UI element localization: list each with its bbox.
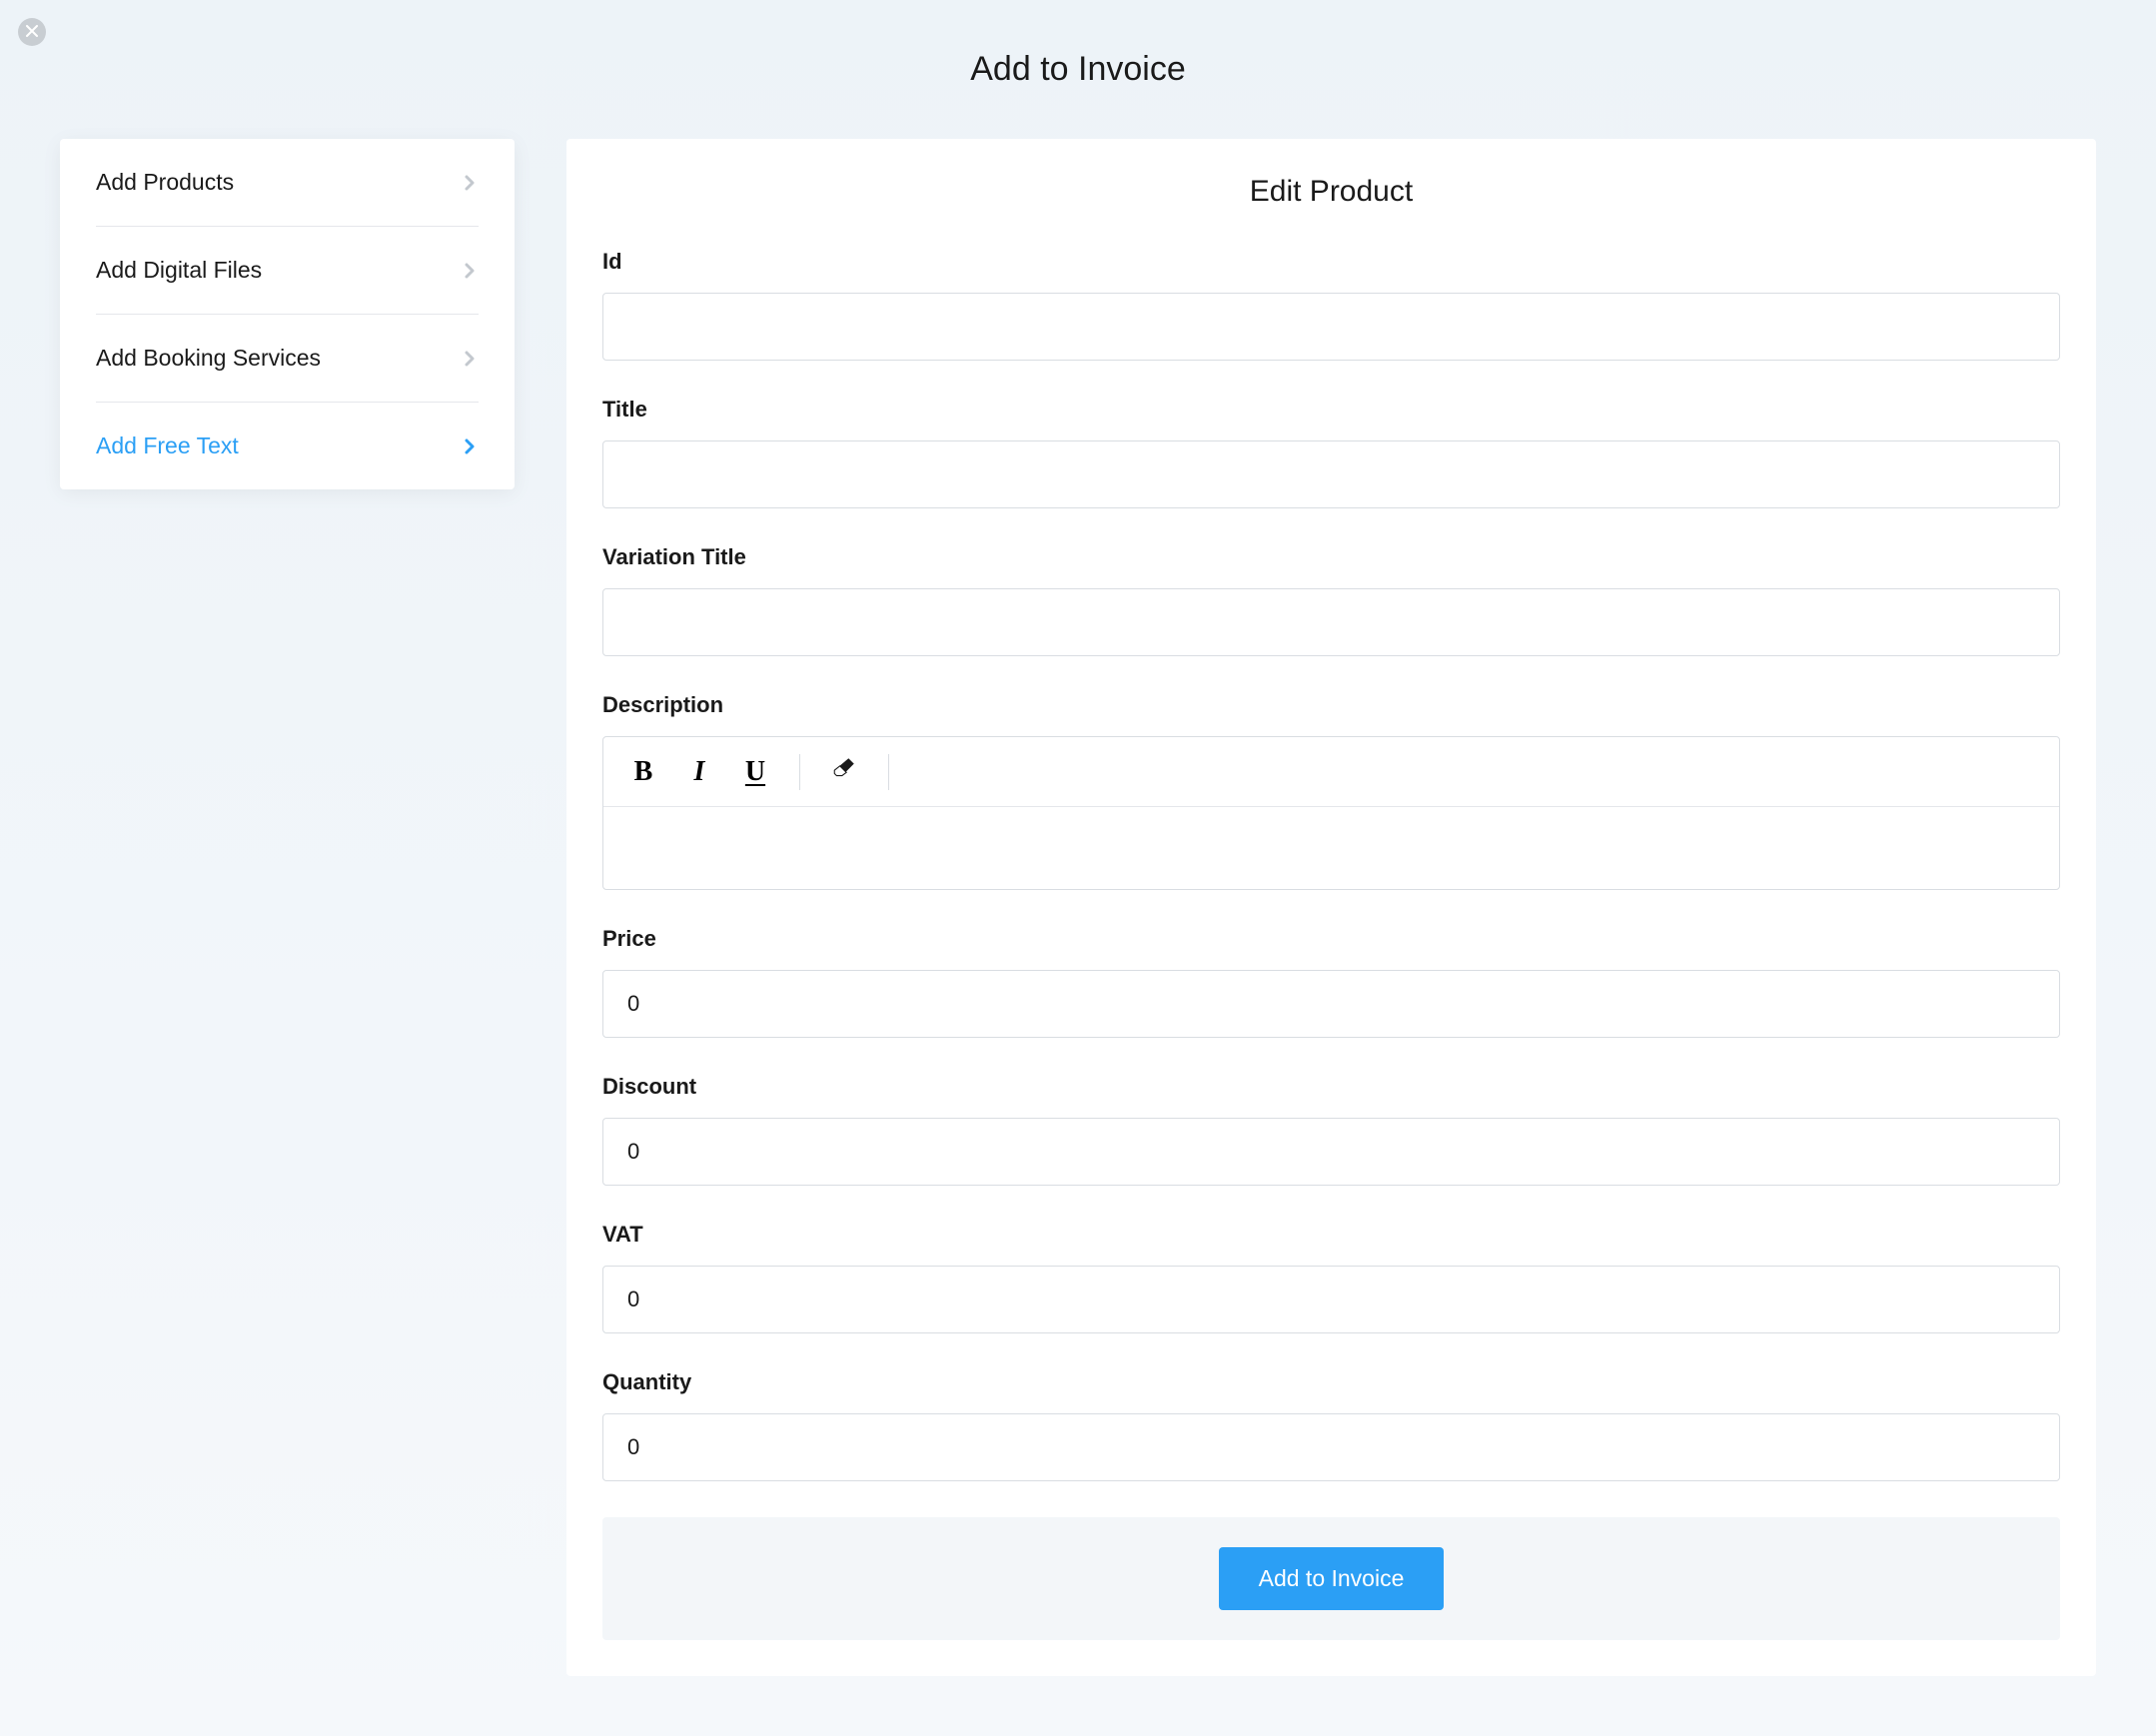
discount-input[interactable] <box>602 1118 2060 1186</box>
sidebar-item-label: Add Free Text <box>96 433 239 459</box>
chevron-right-icon <box>461 437 479 455</box>
sidebar: Add Products Add Digital Files Add Booki… <box>60 139 515 489</box>
sidebar-item-label: Add Products <box>96 169 234 196</box>
description-label: Description <box>602 692 2060 718</box>
title-label: Title <box>602 397 2060 423</box>
toolbar-separator <box>888 754 889 790</box>
discount-label: Discount <box>602 1074 2060 1100</box>
underline-button[interactable]: U <box>727 737 783 807</box>
price-label: Price <box>602 926 2060 952</box>
id-input[interactable] <box>602 293 2060 361</box>
italic-icon: I <box>694 756 705 788</box>
variation-title-input[interactable] <box>602 588 2060 656</box>
modal-title: Add to Invoice <box>0 0 2156 139</box>
toolbar-separator <box>799 754 800 790</box>
sidebar-item-label: Add Digital Files <box>96 257 262 284</box>
quantity-input[interactable] <box>602 1413 2060 1481</box>
description-editor[interactable] <box>603 807 2059 889</box>
sidebar-item-label: Add Booking Services <box>96 345 321 372</box>
bold-icon: B <box>634 756 653 788</box>
rte-toolbar: B I U <box>603 737 2059 807</box>
id-label: Id <box>602 249 2060 275</box>
vat-input[interactable] <box>602 1266 2060 1333</box>
submit-row: Add to Invoice <box>602 1517 2060 1640</box>
close-button[interactable] <box>18 18 46 46</box>
sidebar-item-add-digital-files[interactable]: Add Digital Files <box>96 227 479 315</box>
italic-button[interactable]: I <box>671 737 727 807</box>
chevron-right-icon <box>461 174 479 192</box>
chevron-right-icon <box>461 262 479 280</box>
quantity-label: Quantity <box>602 1369 2060 1395</box>
price-input[interactable] <box>602 970 2060 1038</box>
panel-title: Edit Product <box>602 175 2060 209</box>
sidebar-item-add-products[interactable]: Add Products <box>96 139 479 227</box>
title-input[interactable] <box>602 440 2060 508</box>
sidebar-item-add-free-text[interactable]: Add Free Text <box>96 403 479 489</box>
rich-text-editor: B I U <box>602 736 2060 890</box>
bold-button[interactable]: B <box>615 737 671 807</box>
vat-label: VAT <box>602 1222 2060 1248</box>
main-panel: Edit Product Id Title Variation Title De… <box>566 139 2096 1676</box>
add-to-invoice-button[interactable]: Add to Invoice <box>1219 1547 1445 1610</box>
chevron-right-icon <box>461 350 479 368</box>
variation-title-label: Variation Title <box>602 544 2060 570</box>
underline-icon: U <box>745 756 765 788</box>
sidebar-item-add-booking-services[interactable]: Add Booking Services <box>96 315 479 403</box>
close-icon <box>26 25 38 40</box>
eraser-icon <box>831 755 857 789</box>
eraser-button[interactable] <box>816 737 872 807</box>
